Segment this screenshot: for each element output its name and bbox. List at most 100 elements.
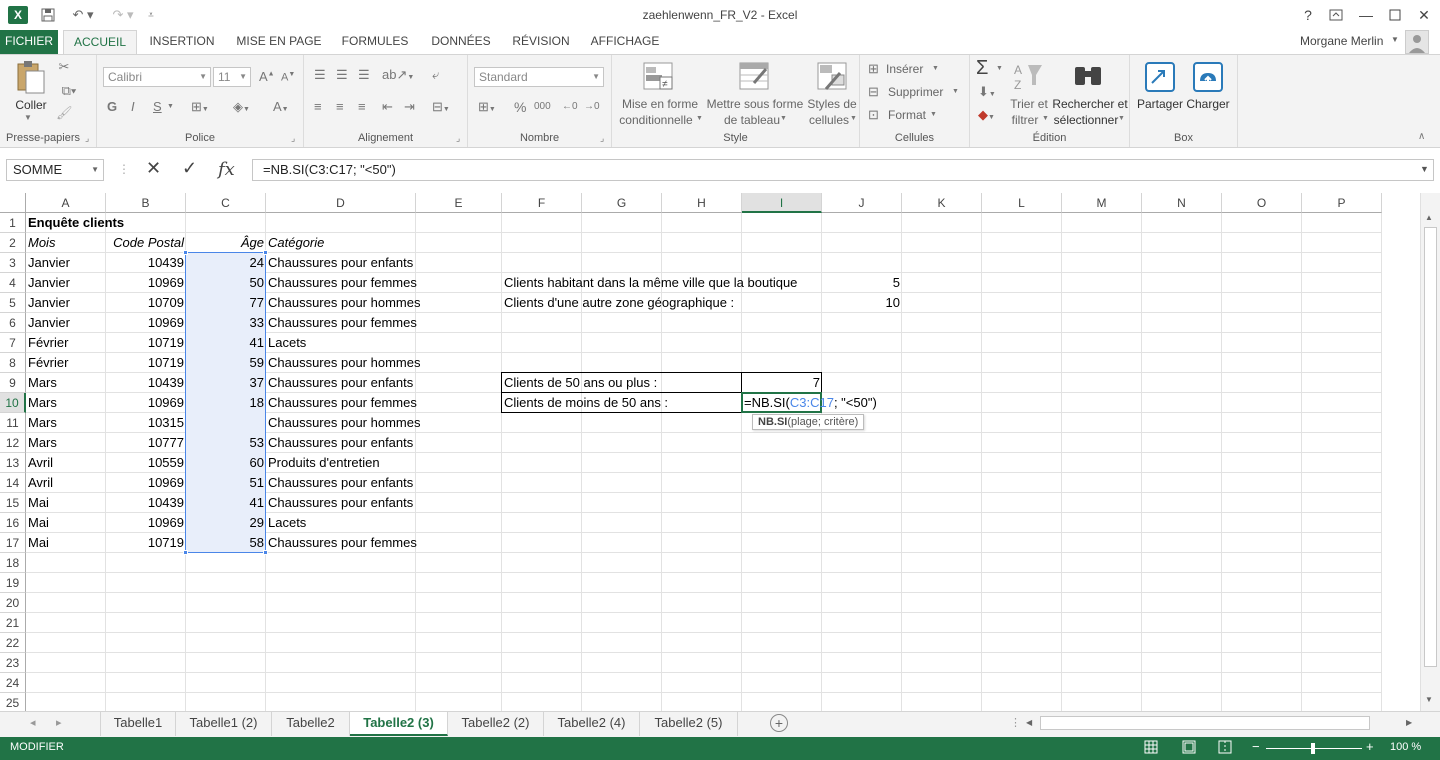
merge-center-icon[interactable]: ⊟▼ xyxy=(432,99,450,115)
cell-b12[interactable]: 10777 xyxy=(106,433,186,453)
shrink-font-icon[interactable]: A▼ xyxy=(281,71,295,84)
user-name[interactable]: Morgane Merlin xyxy=(1300,34,1383,48)
cell-a1[interactable]: Enquête clients xyxy=(26,213,126,233)
column-header-a[interactable]: A xyxy=(26,193,106,213)
column-header-o[interactable]: O xyxy=(1222,193,1302,213)
help-icon[interactable]: ? xyxy=(1294,4,1322,26)
row-header-20[interactable]: 20 xyxy=(0,593,26,613)
cell-b15[interactable]: 10439 xyxy=(106,493,186,513)
tab-formules[interactable]: FORMULES xyxy=(336,30,414,54)
align-center-icon[interactable]: ≡ xyxy=(336,99,344,114)
sheet-tab-tabelle2-2[interactable]: Tabelle2 (2) xyxy=(448,712,544,736)
row-header-1[interactable]: 1 xyxy=(0,213,26,233)
cell-c3[interactable]: 24 xyxy=(186,253,266,273)
cell-a16[interactable]: Mai xyxy=(26,513,51,533)
row-header-3[interactable]: 3 xyxy=(0,253,26,273)
hscroll-right-icon[interactable]: ▶ xyxy=(1406,718,1412,727)
row-header-16[interactable]: 16 xyxy=(0,513,26,533)
insert-dropdown-icon[interactable]: ▼ xyxy=(932,65,939,72)
cancel-entry-icon[interactable]: ✕ xyxy=(146,158,161,179)
find-select-label-2[interactable]: sélectionner xyxy=(1050,112,1122,128)
row-header-24[interactable]: 24 xyxy=(0,673,26,693)
insert-function-icon[interactable]: fx xyxy=(218,159,235,180)
sort-filter-icon[interactable]: AZ xyxy=(1012,61,1044,93)
conditional-formatting-dropdown-icon[interactable]: ▼ xyxy=(696,115,703,122)
normal-view-icon[interactable] xyxy=(1144,740,1158,757)
cell-styles-label-2[interactable]: cellules xyxy=(806,112,852,128)
format-as-table-dropdown-icon[interactable]: ▼ xyxy=(780,115,787,122)
find-select-dropdown-icon[interactable]: ▼ xyxy=(1118,115,1125,122)
cell-c13[interactable]: 60 xyxy=(186,453,266,473)
upload-icon[interactable] xyxy=(1192,61,1224,93)
align-right-icon[interactable]: ≡ xyxy=(358,99,366,114)
row-header-10[interactable]: 10 xyxy=(0,393,26,413)
sheet-tab-tabelle2-3[interactable]: Tabelle2 (3) xyxy=(350,712,448,736)
cell-i9[interactable]: 7 xyxy=(742,373,822,393)
column-header-l[interactable]: L xyxy=(982,193,1062,213)
find-select-label-1[interactable]: Rechercher et xyxy=(1050,96,1130,112)
worksheet-grid[interactable]: ABCDEFGHIJKLMNOP 1 2 3 4 5 6 7 8 9 10 11 12 13 14 15 16… xyxy=(0,193,1420,711)
confirm-entry-icon[interactable]: ✓ xyxy=(182,158,197,179)
column-header-n[interactable]: N xyxy=(1142,193,1222,213)
hscroll-thumb[interactable] xyxy=(1040,716,1370,730)
accounting-format-icon[interactable]: ⊞▼ xyxy=(478,99,496,115)
cell-a12[interactable]: Mars xyxy=(26,433,59,453)
cell-d13[interactable]: Produits d'entretien xyxy=(266,453,382,473)
orientation-icon[interactable]: ab↗▼ xyxy=(382,67,414,83)
cell-a3[interactable]: Janvier xyxy=(26,253,72,273)
name-box[interactable]: SOMME ▼ xyxy=(6,159,104,181)
scroll-thumb[interactable] xyxy=(1424,227,1437,667)
cell-b9[interactable]: 10439 xyxy=(106,373,186,393)
scroll-down-icon[interactable]: ▼ xyxy=(1425,695,1433,704)
sort-filter-label-2[interactable]: filtrer xyxy=(1006,112,1044,128)
cell-c9[interactable]: 37 xyxy=(186,373,266,393)
cell-c2[interactable]: Âge xyxy=(186,233,266,253)
sort-filter-label-1[interactable]: Trier et xyxy=(1006,96,1052,112)
cell-b17[interactable]: 10719 xyxy=(106,533,186,553)
insert-cells-icon[interactable]: ⊞ xyxy=(868,61,879,77)
copy-icon[interactable]: ⧉▾ xyxy=(56,83,82,99)
cell-d2[interactable]: Catégorie xyxy=(266,233,326,253)
increase-decimal-icon[interactable]: ←0 xyxy=(562,101,578,112)
conditional-formatting-label-2[interactable]: conditionnelle xyxy=(614,112,698,128)
cell-b2[interactable]: Code Postal xyxy=(106,233,186,253)
number-format-combo[interactable]: Standard ▼ xyxy=(474,67,604,87)
cell-c15[interactable]: 41 xyxy=(186,493,266,513)
format-as-table-icon[interactable] xyxy=(738,61,770,93)
row-header-2[interactable]: 2 xyxy=(0,233,26,253)
align-top-icon[interactable]: ☰ xyxy=(314,67,326,83)
function-tooltip[interactable]: NB.SI(plage; critère) xyxy=(752,414,865,430)
cell-d10[interactable]: Chaussures pour femmes xyxy=(266,393,419,413)
cell-a10[interactable]: Mars xyxy=(26,393,59,413)
zoom-level[interactable]: 100 % xyxy=(1390,741,1421,753)
column-header-j[interactable]: J xyxy=(822,193,902,213)
sheet-tab-tabelle2-5[interactable]: Tabelle2 (5) xyxy=(640,712,738,736)
conditional-formatting-icon[interactable]: ≠ xyxy=(642,61,674,93)
cell-i10-editor[interactable]: =NB.SI(C3:C17; "<50") xyxy=(742,393,879,413)
italic-button[interactable]: I xyxy=(131,99,135,114)
fill-icon[interactable]: ⬇▼ xyxy=(978,84,996,100)
cell-d9[interactable]: Chaussures pour enfants xyxy=(266,373,415,393)
cell-d5[interactable]: Chaussures pour hommes xyxy=(266,293,422,313)
cell-b7[interactable]: 10719 xyxy=(106,333,186,353)
cell-d6[interactable]: Chaussures pour femmes xyxy=(266,313,419,333)
select-all-corner[interactable] xyxy=(0,193,26,213)
align-bottom-icon[interactable]: ☰ xyxy=(358,67,370,83)
cell-b14[interactable]: 10969 xyxy=(106,473,186,493)
format-as-table-label-1[interactable]: Mettre sous forme xyxy=(704,96,806,112)
column-header-d[interactable]: D xyxy=(266,193,416,213)
cell-d12[interactable]: Chaussures pour enfants xyxy=(266,433,415,453)
align-left-icon[interactable]: ≡ xyxy=(314,99,322,114)
sheet-tab-tabelle2[interactable]: Tabelle2 xyxy=(272,712,350,736)
font-size-combo[interactable]: 11 ▼ xyxy=(213,67,251,87)
fill-color-icon[interactable]: ◈▼ xyxy=(233,99,250,115)
cell-b6[interactable]: 10969 xyxy=(106,313,186,333)
column-header-e[interactable]: E xyxy=(416,193,502,213)
expand-formula-bar-icon[interactable]: ▼ xyxy=(1420,164,1429,174)
clipboard-launcher-icon[interactable]: ⌟ xyxy=(85,133,89,144)
sheet-tab-tabelle1-2[interactable]: Tabelle1 (2) xyxy=(176,712,272,736)
sort-filter-dropdown-icon[interactable]: ▼ xyxy=(1042,115,1049,122)
cell-a17[interactable]: Mai xyxy=(26,533,51,553)
column-header-m[interactable]: M xyxy=(1062,193,1142,213)
cell-b4[interactable]: 10969 xyxy=(106,273,186,293)
